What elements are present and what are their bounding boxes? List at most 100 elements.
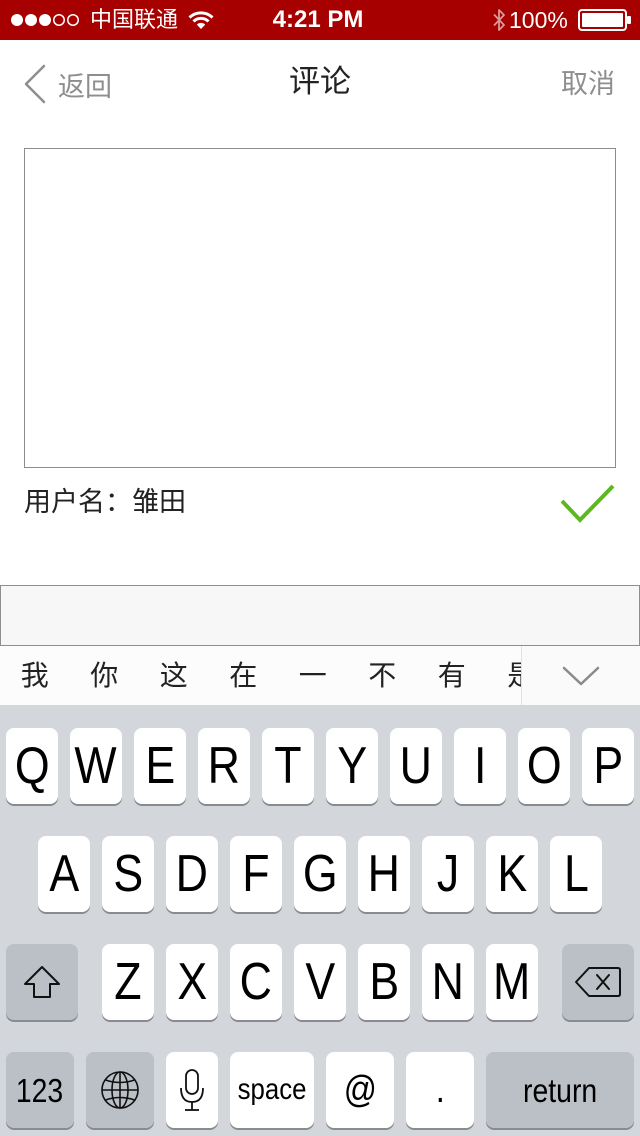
period-key[interactable]: . [406,1052,474,1128]
at-key-label: @ [343,1069,377,1111]
key-label: A [49,845,79,903]
space-key-label: space [237,1073,307,1106]
candidate[interactable]: 有 [417,646,487,705]
key-w[interactable]: W [70,728,122,804]
key-u[interactable]: U [390,728,442,804]
period-key-label: . [435,1069,445,1111]
key-label: X [177,953,207,1011]
key-label: R [207,737,241,795]
battery-level-fill [582,13,623,27]
candidate[interactable]: 不 [348,646,418,705]
signal-dot-empty [53,14,65,26]
mic-icon [180,1069,204,1111]
key-label: K [497,845,527,903]
key-l[interactable]: L [550,836,602,912]
candidate[interactable]: 我 [0,646,70,705]
nav-bar: 返回 评论 取消 [0,40,640,126]
chevron-left-icon [24,64,46,104]
key-k[interactable]: K [486,836,538,912]
key-label: J [436,845,460,903]
key-j[interactable]: J [422,836,474,912]
key-q[interactable]: Q [6,728,58,804]
key-label: C [239,953,273,1011]
key-c[interactable]: C [230,944,282,1020]
return-key-label: return [522,1071,598,1109]
key-label: U [399,737,433,795]
status-time: 4:21 PM [272,6,364,33]
key-label: B [369,953,399,1011]
shift-key[interactable] [6,944,78,1020]
key-z[interactable]: Z [102,944,154,1020]
key-label: Q [14,737,50,795]
space-key[interactable]: space [230,1052,314,1128]
key-y[interactable]: Y [326,728,378,804]
input-accessory-bar [0,585,640,646]
key-label: V [305,953,335,1011]
battery-icon [578,9,631,31]
key-label: T [274,737,302,795]
back-button[interactable]: 返回 [24,64,112,104]
key-label: F [242,845,270,903]
key-g[interactable]: G [294,836,346,912]
keyboard-row-3: Z X C V B N M [0,944,634,1020]
chevron-down-icon [562,666,600,685]
comment-input[interactable] [24,148,616,468]
status-bar: 中国联通 4:21 PM 100% [0,0,640,40]
signal-dot-filled [39,14,51,26]
key-v[interactable]: V [294,944,346,1020]
mic-key[interactable] [166,1052,218,1128]
key-label: I [473,737,487,795]
shift-icon [24,966,60,998]
at-key[interactable]: @ [326,1052,394,1128]
return-key[interactable]: return [486,1052,634,1128]
key-label: L [563,845,589,903]
key-h[interactable]: H [358,836,410,912]
key-label: H [367,845,401,903]
expand-candidates-button[interactable] [521,646,640,705]
key-t[interactable]: T [262,728,314,804]
key-label: Y [337,737,367,795]
candidate[interactable]: 你 [70,646,140,705]
signal-dot-filled [11,14,23,26]
checkmark-icon[interactable] [558,482,616,524]
back-label: 返回 [58,71,112,102]
numbers-key-label: 123 [16,1071,64,1109]
key-label: E [145,737,175,795]
wifi-icon [188,11,214,29]
candidate[interactable]: 这 [139,646,209,705]
delete-icon [575,967,621,997]
candidate[interactable]: 一 [278,646,348,705]
numbers-key[interactable]: 123 [6,1052,74,1128]
key-o[interactable]: O [518,728,570,804]
key-label: D [175,845,209,903]
key-n[interactable]: N [422,944,474,1020]
key-x[interactable]: X [166,944,218,1020]
carrier-name: 中国联通 [90,7,179,32]
delete-key[interactable] [562,944,634,1020]
candidate[interactable]: 是 [487,646,521,705]
key-r[interactable]: R [198,728,250,804]
key-label: M [493,953,531,1011]
key-b[interactable]: B [358,944,410,1020]
candidate[interactable]: 在 [209,646,279,705]
key-label: W [74,737,118,795]
keyboard-row-1: Q W E R T Y U I O P [0,728,634,804]
key-p[interactable]: P [582,728,634,804]
key-d[interactable]: D [166,836,218,912]
signal-dot-filled [25,14,37,26]
cancel-button[interactable]: 取消 [561,64,615,104]
keyboard-row-4: 123 space @ . return [0,1052,634,1128]
key-e[interactable]: E [134,728,186,804]
globe-key[interactable] [86,1052,154,1128]
signal-dot-empty [67,14,79,26]
signal-icon [11,14,79,26]
key-a[interactable]: A [38,836,90,912]
keyboard: Q W E R T Y U I O P A S D F G H J K L Z … [0,705,640,1136]
key-i[interactable]: I [454,728,506,804]
candidate-bar: 我 你 这 在 一 不 有 是 [0,646,521,705]
key-label: G [302,845,338,903]
key-m[interactable]: M [486,944,538,1020]
key-s[interactable]: S [102,836,154,912]
key-f[interactable]: F [230,836,282,912]
globe-icon [101,1071,139,1109]
